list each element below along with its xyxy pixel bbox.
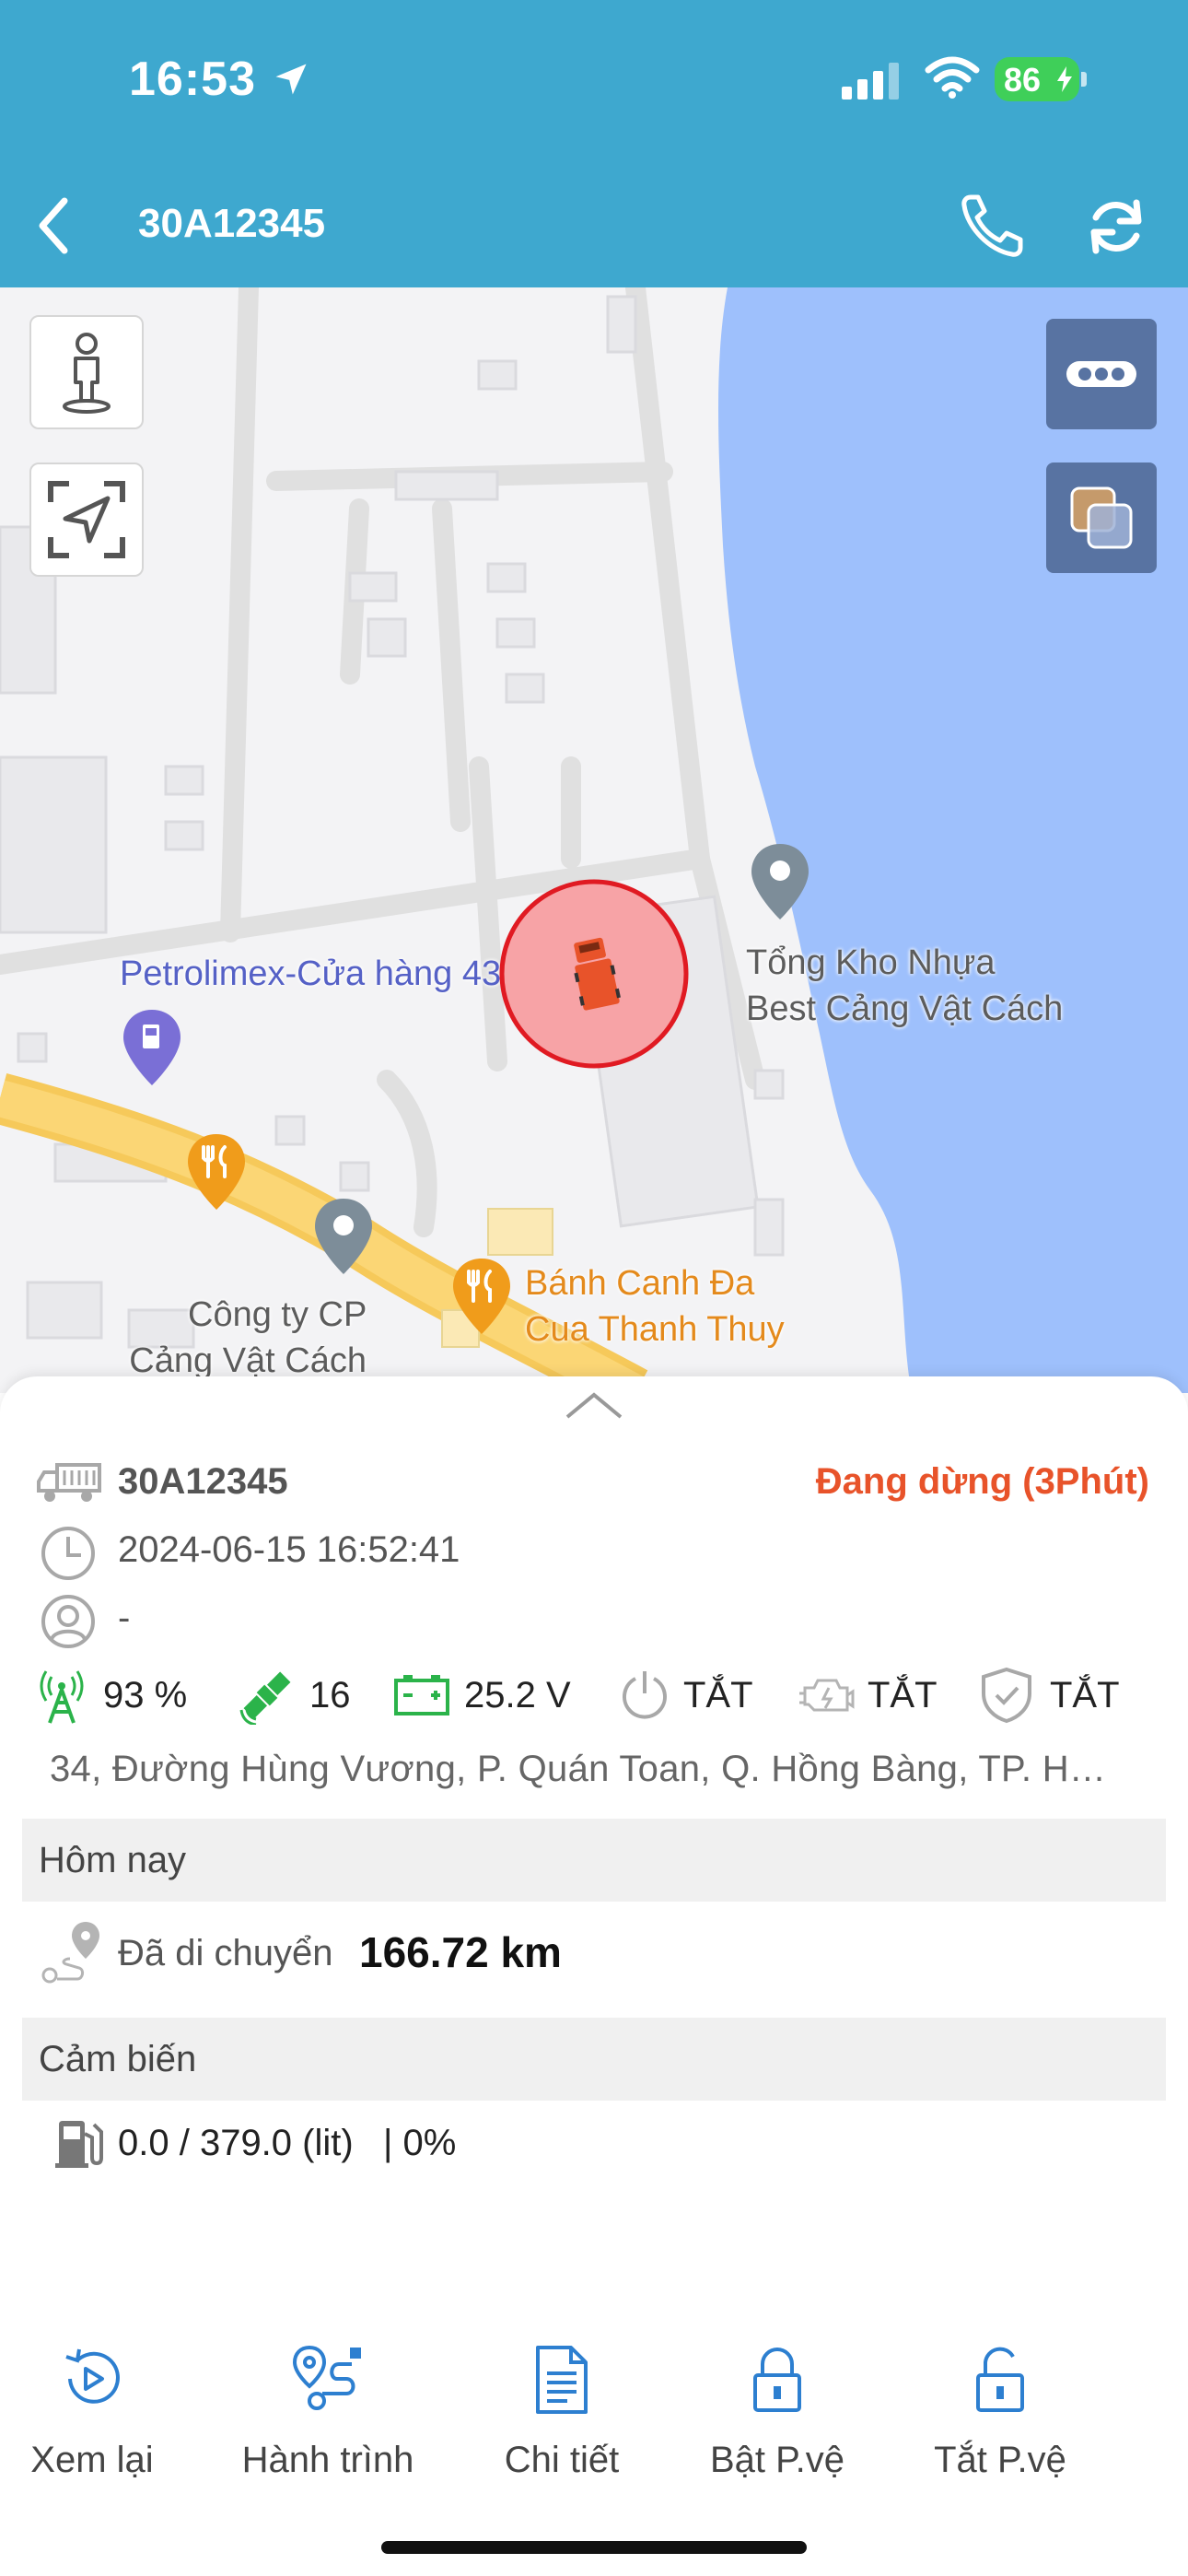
fuel-percent: | 0% [383, 2123, 457, 2163]
lock-open-icon [976, 2347, 1024, 2412]
lock-closed-icon [753, 2348, 801, 2412]
location-arrow-icon [275, 64, 307, 95]
engine-icon [799, 1679, 855, 1712]
map-label-petrolimex: Petrolimex-Cửa hàng 43 [120, 954, 502, 993]
replay-icon [65, 2348, 120, 2404]
battery-voltage: 25.2 V [464, 1675, 571, 1715]
section-today-header: Hôm nay [22, 1819, 1166, 1902]
more-dots-icon [1066, 361, 1136, 387]
focus-location-button[interactable] [29, 463, 144, 577]
driver-name: - [118, 1598, 131, 1638]
map-label-warehouse: Tổng Kho Nhựa Best Cảng Vật Cách [746, 943, 1064, 1028]
map-label-restaurant: Bánh Canh Đa Cua Thanh Thuy [525, 1264, 785, 1349]
home-indicator [381, 2541, 807, 2554]
engine-status: TẮT [868, 1675, 938, 1715]
phone-icon[interactable] [958, 190, 1028, 260]
cellular-signal-icon [842, 63, 899, 100]
gas-station-pin-icon [123, 1010, 181, 1085]
layers-icon [1070, 486, 1133, 549]
app-header: 16:53 86 30A12345 [0, 0, 1188, 287]
shield-icon [982, 1667, 1031, 1724]
fuel-level: 0.0 / 379.0 (lit) [118, 2123, 354, 2163]
vehicle-plate: 30A12345 [118, 1461, 288, 1502]
satellite-icon [239, 1671, 291, 1725]
charging-bolt-icon [1057, 66, 1072, 92]
user-icon [41, 1595, 95, 1648]
vehicle-marker[interactable] [497, 877, 691, 1071]
map-view[interactable]: Petrolimex-Cửa hàng 43 Tổng Kho Nhựa Bes… [0, 287, 1188, 1393]
map-label-company: Công ty CP Cảng Vật Cách [129, 1295, 367, 1380]
power-icon [623, 1671, 667, 1719]
action-bar: Xem lại Hành trình Chi tiết Bật P.vệ Tắt… [0, 2298, 1188, 2510]
truck-outline-icon [37, 1463, 101, 1502]
battery-icon [394, 1675, 449, 1715]
document-icon [536, 2346, 588, 2414]
more-options-button[interactable] [1046, 319, 1157, 429]
vehicle-address: 34, Đường Hùng Vương, P. Quán Toan, Q. H… [50, 1749, 1107, 1789]
restaurant-pin-icon [188, 1134, 245, 1210]
map-background [0, 287, 1188, 1393]
battery-tip [1081, 72, 1087, 87]
timestamp: 2024-06-15 16:52:41 [118, 1529, 460, 1570]
back-arrow-icon[interactable] [29, 193, 85, 258]
wifi-icon [925, 56, 980, 99]
page-title: 30A12345 [138, 201, 326, 246]
route-distance-icon [41, 1922, 99, 1984]
navigation-focus-icon [48, 481, 125, 558]
person-icon [63, 333, 111, 414]
place-pin-icon [751, 844, 809, 919]
chevron-up-icon[interactable] [564, 1389, 624, 1421]
vehicle-status: Đang dừng (3Phút) [815, 1461, 1149, 1502]
section-sensor-header: Cảm biến [22, 2018, 1166, 2101]
distance-label: Đã di chuyển [118, 1933, 333, 1973]
route-icon [292, 2345, 361, 2410]
signal-tower-icon [40, 1670, 84, 1724]
battery-indicator: 86 [995, 57, 1079, 101]
place-pin-icon [315, 1199, 372, 1274]
vehicle-info-panel: 30A12345 Đang dừng (3Phút) 2024-06-15 16… [0, 1376, 1188, 2576]
power-status: TẮT [683, 1675, 753, 1715]
street-view-button[interactable] [29, 315, 144, 429]
refresh-icon[interactable] [1083, 193, 1149, 260]
clock-icon [41, 1527, 95, 1580]
status-time: 16:53 [129, 53, 256, 106]
signal-strength: 93 % [103, 1675, 188, 1715]
fuel-pump-icon [55, 2121, 103, 2168]
satellite-count: 16 [309, 1675, 351, 1715]
map-layers-button[interactable] [1046, 463, 1157, 573]
restaurant-pin-icon [453, 1259, 510, 1334]
security-status: TẮT [1050, 1675, 1120, 1715]
distance-value: 166.72 km [359, 1928, 562, 1976]
